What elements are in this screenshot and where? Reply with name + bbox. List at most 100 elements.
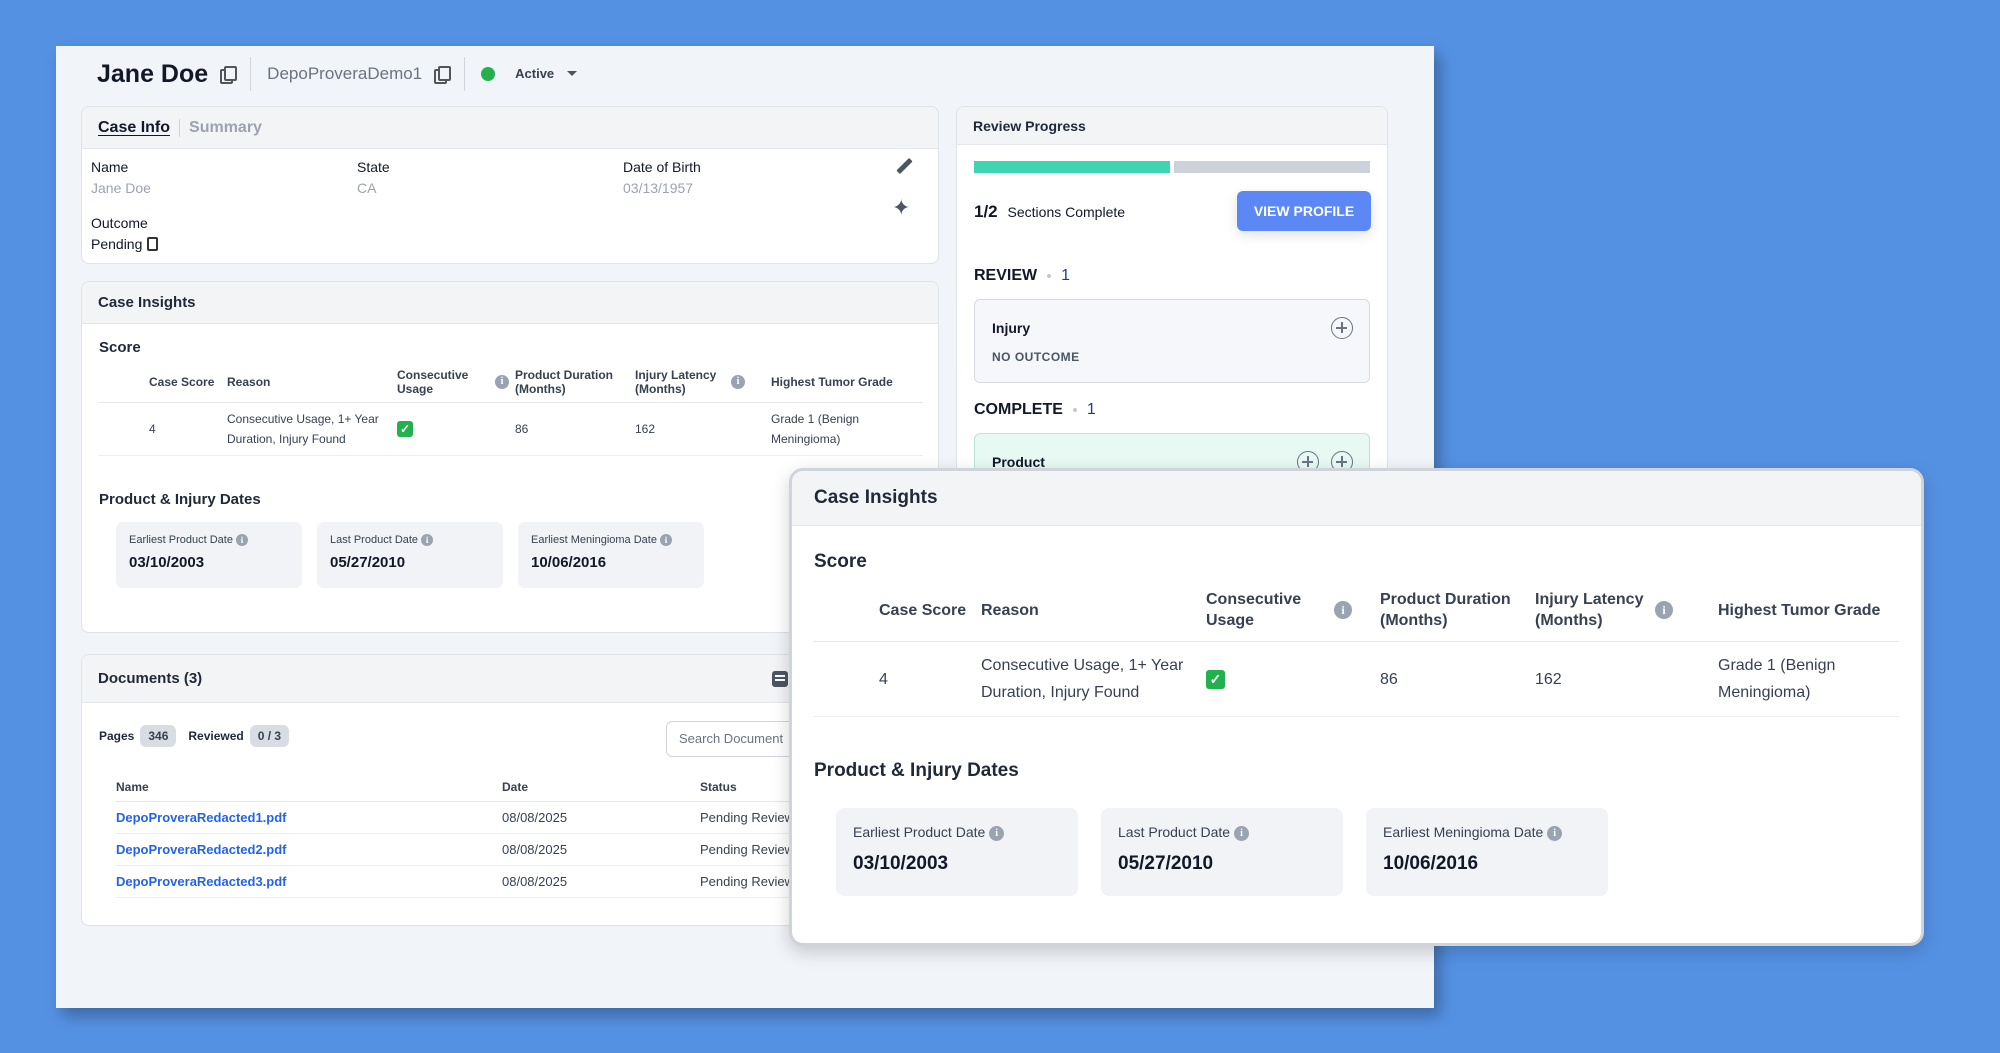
pencil-icon[interactable]: [894, 157, 914, 177]
table-row: 4 Consecutive Usage, 1+ Year Duration, I…: [814, 641, 1899, 717]
score-title: Score: [99, 339, 141, 356]
document-link[interactable]: DepoProveraRedacted3.pdf: [116, 874, 287, 889]
progress-bar: [974, 161, 1370, 173]
document-link[interactable]: DepoProveraRedacted1.pdf: [116, 810, 287, 825]
review-item-subtitle: NO OUTCOME: [992, 350, 1080, 364]
field-value: 03/13/1957: [623, 180, 694, 196]
info-icon[interactable]: i: [236, 534, 248, 547]
cell-consecutive-usage: ✓: [1206, 641, 1334, 717]
col-product-duration: Product Duration (Months): [515, 362, 635, 403]
date-value: 05/27/2010: [330, 554, 406, 572]
document-date: 08/08/2025: [502, 865, 700, 898]
field-label: Name: [91, 159, 129, 175]
case-info-card: Case Info Summary Name Jane Doe State CA…: [81, 106, 939, 264]
field-label: Outcome: [91, 215, 148, 231]
copy-icon[interactable]: [434, 66, 452, 84]
col-name: Name: [116, 773, 502, 802]
documents-stats: Pages 346 Reviewed 0 / 3: [99, 725, 301, 747]
table-header-spacer: [814, 579, 879, 642]
info-icon[interactable]: i: [1547, 825, 1563, 841]
table-cell-spacer: [99, 402, 149, 456]
col-reason: Reason: [227, 362, 397, 403]
col-tumor-grade: Highest Tumor Grade: [771, 362, 923, 403]
date-card-last-product: Last Product Date i 05/27/2010: [1101, 808, 1343, 896]
pages-count: 346: [140, 725, 177, 747]
chevron-down-icon: [566, 71, 577, 77]
date-label: Earliest Product Date: [129, 534, 233, 546]
review-count: 1: [1061, 267, 1071, 284]
clipboard-icon[interactable]: [147, 237, 159, 251]
zoom-dates-title: Product & Injury Dates: [814, 760, 1019, 781]
document-link[interactable]: DepoProveraRedacted2.pdf: [116, 842, 287, 857]
card-title: Case Insights: [82, 282, 938, 324]
table-row: 4 Consecutive Usage, 1+ Year Duration, I…: [99, 402, 923, 456]
field-value: CA: [357, 180, 377, 196]
table-cell-spacer: [1334, 641, 1380, 717]
info-cell: i: [1655, 579, 1718, 642]
date-card-last-product: Last Product Date i 05/27/2010: [317, 522, 503, 588]
col-injury-latency: Injury Latency (Months): [1535, 579, 1655, 642]
list-icon[interactable]: [772, 671, 788, 687]
field-value: Jane Doe: [91, 180, 151, 196]
col-tumor-grade: Highest Tumor Grade: [1718, 579, 1899, 642]
table-cell-spacer: [814, 641, 879, 717]
cell-reason: Consecutive Usage, 1+ Year Duration, Inj…: [981, 641, 1206, 717]
dates-title: Product & Injury Dates: [99, 491, 261, 508]
divider: [250, 57, 252, 91]
date-label: Earliest Meningioma Date: [1383, 824, 1544, 840]
document-date: 08/08/2025: [502, 801, 700, 834]
cell-tumor-grade: Grade 1 (Benign Meningioma): [771, 402, 923, 456]
reviewed-label: Reviewed: [188, 729, 244, 743]
view-profile-button[interactable]: VIEW PROFILE: [1237, 191, 1371, 231]
divider-dot: [1072, 407, 1077, 412]
field-state: State CA: [357, 159, 390, 196]
field-label: State: [357, 159, 390, 175]
info-cell: i: [731, 362, 771, 403]
zoom-title: Case Insights: [792, 471, 1921, 526]
outcome-value: Pending: [91, 236, 143, 252]
complete-section-heading: COMPLETE 1: [974, 401, 1096, 419]
info-icon[interactable]: i: [731, 375, 745, 390]
status-dot: [481, 67, 496, 81]
status-label: Active: [515, 66, 555, 81]
info-icon[interactable]: i: [495, 375, 509, 390]
date-value: 10/06/2016: [1383, 852, 1479, 874]
sparkle-icon[interactable]: ✦: [892, 197, 910, 219]
sections-count: 1/2: [974, 202, 998, 221]
cell-injury-latency: 162: [635, 402, 731, 456]
info-icon[interactable]: i: [989, 825, 1005, 841]
case-name: Jane Doe: [97, 59, 209, 88]
progress-remaining: [1174, 161, 1370, 173]
info-icon[interactable]: i: [660, 534, 673, 547]
plus-circle-icon[interactable]: [1331, 317, 1353, 339]
review-heading-label: REVIEW: [974, 267, 1038, 284]
tab-case-info[interactable]: Case Info: [98, 119, 170, 137]
copy-icon[interactable]: [220, 66, 238, 84]
col-consecutive-usage: Consecutive Usage: [1206, 579, 1334, 642]
info-cell: i: [1334, 579, 1380, 642]
info-icon[interactable]: i: [1655, 601, 1673, 620]
complete-heading-label: COMPLETE: [974, 401, 1063, 418]
project-name: DepoProveraDemo1: [267, 64, 423, 83]
status-dropdown[interactable]: Active: [515, 65, 577, 83]
document-date: 08/08/2025: [502, 833, 700, 866]
score-table: Case Score Reason Consecutive Usage i Pr…: [99, 362, 923, 456]
cell-case-score: 4: [879, 641, 981, 717]
info-icon[interactable]: i: [1334, 601, 1352, 620]
zoom-score-title: Score: [814, 551, 867, 572]
info-icon[interactable]: i: [421, 534, 434, 547]
date-label: Earliest Meningioma Date: [531, 534, 657, 546]
cell-product-duration: 86: [515, 402, 635, 456]
col-injury-latency: Injury Latency (Months): [635, 362, 731, 403]
date-card-earliest-meningioma: Earliest Meningioma Date i 10/06/2016: [518, 522, 704, 588]
sections-label: Sections Complete: [1007, 204, 1126, 220]
table-header-spacer: [99, 362, 149, 403]
review-item-injury[interactable]: Injury NO OUTCOME: [974, 299, 1370, 383]
cell-tumor-grade: Grade 1 (Benign Meningioma): [1718, 641, 1899, 717]
field-label: Date of Birth: [623, 159, 701, 175]
review-item-title: Injury: [992, 320, 1031, 336]
info-icon[interactable]: i: [1233, 825, 1249, 841]
complete-count: 1: [1086, 401, 1096, 418]
tab-summary[interactable]: Summary: [189, 119, 262, 137]
info-cell: i: [495, 362, 515, 403]
